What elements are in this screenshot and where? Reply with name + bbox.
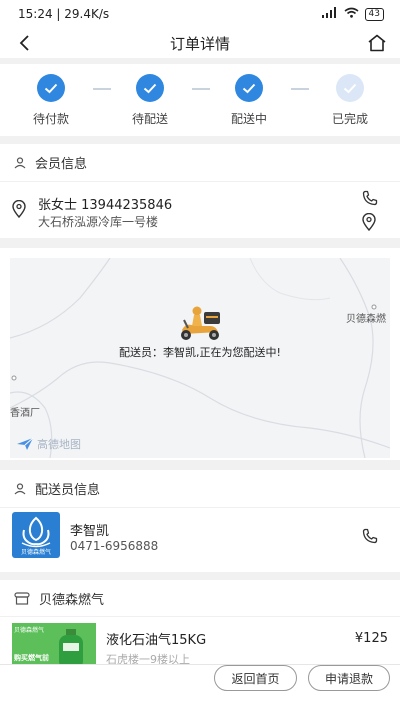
order-progress: 待付款 待配送 配送中 已完成 (0, 64, 400, 136)
step-label: 待付款 (32, 112, 69, 126)
user-icon (14, 482, 26, 494)
call-courier-button[interactable] (362, 528, 380, 546)
navigate-button[interactable] (362, 212, 380, 232)
location-pin-icon (362, 212, 376, 232)
request-refund-button[interactable]: 申请退款 (308, 665, 390, 691)
company-logo: 贝德森燃气 (12, 512, 60, 558)
step-completed: 已完成 (315, 74, 385, 127)
back-home-button[interactable]: 返回首页 (214, 665, 297, 691)
step-connector (93, 88, 111, 90)
logo-caption: 贝德森燃气 (20, 549, 51, 556)
member-section-title: 会员信息 (35, 157, 88, 172)
member-name-phone: 张女士 13944235846 (38, 198, 173, 213)
store-name: 贝德森燃气 (39, 592, 105, 608)
check-icon (235, 74, 263, 102)
phone-icon (362, 190, 378, 206)
page-title: 订单详情 (169, 34, 230, 53)
member-address: 大石桥泓源冷库一号楼 (38, 215, 159, 229)
product-name: 液化石油气15KG (106, 633, 207, 648)
step-label: 待配送 (131, 112, 168, 126)
call-member-button[interactable] (362, 190, 380, 208)
scooter-icon (176, 306, 224, 346)
delivery-map[interactable]: 贝德森燃 香酒厂 配送员：李智凯,正在为您配送中! 高德地图 (10, 258, 390, 458)
status-time: 15:24 | 29.4K/s (18, 7, 110, 21)
battery-icon: 43 (364, 7, 384, 21)
map-provider-logo: 高德地图 (16, 436, 81, 452)
member-section-header: 会员信息 (0, 144, 400, 182)
wifi-icon (344, 7, 359, 21)
gas-cylinder-icon (59, 629, 83, 664)
bottom-action-bar: 返回首页 申请退款 (0, 664, 400, 711)
map-place-label: 贝德森燃 (346, 314, 386, 325)
product-thumbnail: 贝德森燃气 购买燃气前 (12, 623, 96, 664)
home-button[interactable] (364, 30, 390, 56)
courier-card: 贝德森燃气 李智凯 0471-6956888 (0, 508, 400, 564)
divider (0, 136, 400, 144)
courier-message: 配送员：李智凯,正在为您配送中! (119, 346, 281, 359)
step-pending-payment: 待付款 (16, 74, 86, 127)
home-icon (368, 34, 386, 52)
divider (0, 460, 400, 470)
store-icon (14, 591, 30, 605)
signal-icon (321, 7, 338, 21)
step-connector (192, 88, 210, 90)
courier-section-title: 配送员信息 (35, 483, 101, 498)
courier-phone: 0471-6956888 (70, 539, 159, 553)
step-pending-delivery: 待配送 (115, 74, 185, 127)
product-row[interactable]: 贝德森燃气 购买燃气前 液化石油气15KG 石虎楼一9楼以上 ¥125 (0, 617, 400, 664)
amap-logo-icon (17, 437, 34, 450)
divider (0, 238, 400, 248)
map-provider-name: 高德地图 (37, 438, 81, 451)
check-icon (37, 74, 65, 102)
thumb-bottom-text: 购买燃气前 (14, 654, 49, 662)
nav-bar: 订单详情 (0, 28, 400, 58)
product-price: ¥125 (354, 631, 388, 646)
check-icon (136, 74, 164, 102)
thumb-top-text: 贝德森燃气 (14, 627, 45, 634)
step-connector (291, 88, 309, 90)
step-label: 配送中 (230, 112, 267, 126)
status-icons: 43 (321, 7, 384, 21)
product-subtitle: 石虎楼一9楼以上 (106, 653, 190, 664)
back-button[interactable] (12, 31, 36, 55)
store-section-header: 贝德森燃气 (0, 580, 400, 617)
location-pin-icon (12, 199, 26, 222)
step-label: 已完成 (331, 112, 368, 126)
map-place-label: 香酒厂 (10, 408, 40, 419)
member-card: 张女士 13944235846 大石桥泓源冷库一号楼 (0, 184, 400, 236)
status-bar: 15:24 | 29.4K/s 43 (0, 0, 400, 28)
divider (0, 572, 400, 580)
courier-name: 李智凯 (70, 524, 110, 539)
courier-section-header: 配送员信息 (0, 470, 400, 508)
check-icon (336, 74, 364, 102)
user-icon (14, 156, 26, 168)
chevron-left-icon (19, 35, 29, 51)
step-delivering: 配送中 (214, 74, 284, 127)
phone-icon (362, 528, 378, 544)
